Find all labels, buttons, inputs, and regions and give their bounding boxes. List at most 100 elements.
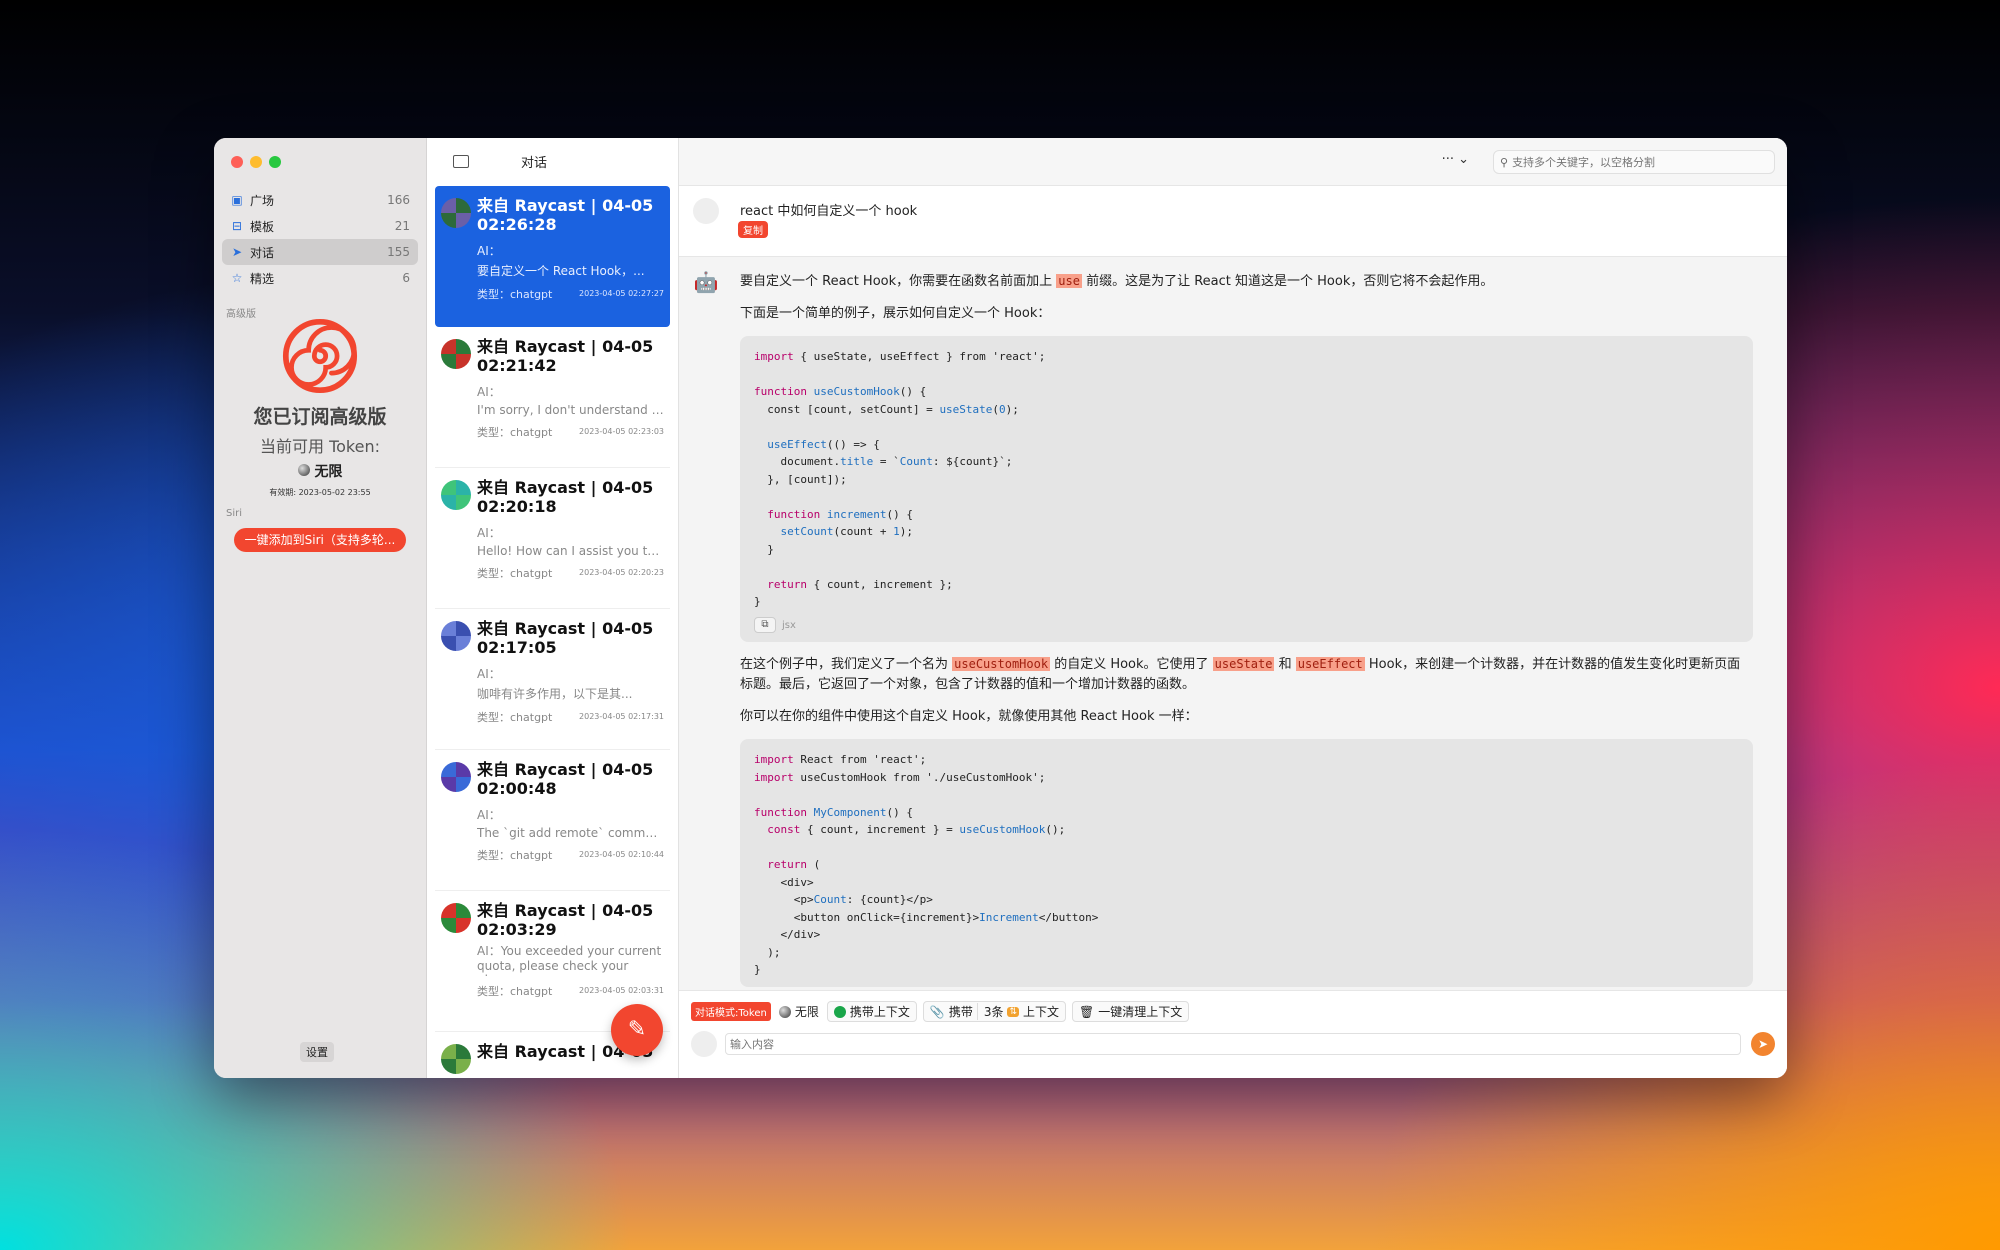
sidebar-item-templates[interactable]: ⊟ 模板 21	[222, 213, 418, 239]
answer-paragraph: 你可以在你的组件中使用这个自定义 Hook，就像使用其他 React Hook …	[740, 709, 1198, 724]
minimize-window-button[interactable]	[250, 156, 262, 168]
add-to-siri-button[interactable]: 一键添加到Siri（支持多轮...	[234, 528, 406, 552]
sidebar-item-count: 155	[387, 245, 410, 259]
conversation-meta: 类型：chatgpt 2023-04-05 02:10:44	[477, 849, 664, 862]
conversation-preview: Hello! How can I assist you to...	[477, 544, 664, 558]
conversation-item[interactable]: 来自 Raycast | 04-05 02:00:48 AI： The `git…	[435, 750, 670, 891]
conversation-ai-label: AI：	[477, 667, 501, 681]
sidebar-item-conversations[interactable]: ➤ 对话 155	[222, 239, 418, 265]
sidebar-item-label: 对话	[250, 245, 275, 260]
token-indicator: 无限	[777, 1002, 821, 1021]
sidebar-item-count: 21	[394, 219, 410, 233]
sidebar-item-plaza[interactable]: ▣ 广场 166	[222, 187, 418, 213]
paperclip-icon: 📎	[929, 1004, 945, 1019]
spiral-logo-icon	[282, 318, 358, 394]
search-input[interactable]	[1512, 155, 1753, 169]
conversation-meta: 类型：chatgpt 2023-04-05 02:20:23	[477, 567, 664, 580]
input-row: ➤	[691, 1029, 1775, 1059]
conversation-item[interactable]: 来自 Raycast | 04-05 02:20:18 AI： Hello! H…	[435, 468, 670, 609]
copy-button[interactable]: 复制	[738, 221, 768, 238]
conversation-ai-label: AI：	[477, 526, 501, 540]
assistant-message: 🤖 要自定义一个 React Hook，你需要在函数名前面加上 use 前缀。这…	[679, 257, 1787, 990]
premium-token-label: 当前可用 Token:	[259, 437, 380, 456]
close-window-button[interactable]	[231, 156, 243, 168]
conversation-ai-label: AI：	[477, 385, 501, 399]
settings-button[interactable]: 设置	[300, 1042, 334, 1062]
premium-token-value: 无限	[214, 461, 426, 481]
avatar	[441, 198, 471, 228]
conversation-title: 来自 Raycast | 04-05 02:20:18	[477, 478, 654, 516]
conversation-ai-label: AI：	[477, 244, 501, 258]
premium-panel: 您已订阅高级版 当前可用 Token: 无限 有效期: 2023-05-02 2…	[214, 318, 426, 498]
new-conversation-button[interactable]: ✎	[611, 1004, 663, 1056]
conversation-item[interactable]: 来自 Raycast | 04-05 02:17:05 AI： 咖啡有许多作用，…	[435, 609, 670, 750]
sidebar-item-label: 模板	[250, 219, 275, 234]
avatar	[441, 339, 471, 369]
moon-icon	[778, 1005, 791, 1018]
conversation-meta: 类型：chatgpt 2023-04-05 02:27:27	[477, 288, 664, 301]
sidebar: ▣ 广场 166 ⊟ 模板 21 ➤ 对话 155 ☆ 精选 6 高级版 您已订…	[214, 138, 427, 1078]
search-icon: ⚲	[1500, 155, 1509, 169]
answer-paragraph: 要自定义一个 React Hook，你需要在函数名前面加上 use 前缀。这是为…	[740, 274, 1494, 289]
code-block: import { useState, useEffect } from 'rea…	[740, 336, 1753, 642]
sidebar-item-count: 166	[387, 193, 410, 207]
premium-expiry: 有效期: 2023-05-02 23:55	[269, 488, 371, 497]
user-message: react 中如何自定义一个 hook 复制	[679, 186, 1787, 257]
message-input[interactable]	[725, 1033, 1741, 1055]
conversation-title: 来自 Raycast | 04-05 02:03:29	[477, 901, 654, 939]
conversation-title: 来自 Raycast | 04-05 02:26:28	[477, 196, 654, 234]
conversation-preview: I'm sorry, I don't understand w...	[477, 403, 664, 417]
zoom-window-button[interactable]	[269, 156, 281, 168]
sidebar-item-count: 6	[402, 271, 410, 285]
tray-icon: ⊟	[231, 219, 243, 233]
conversation-item[interactable]: 来自 Raycast | 04-05 02:26:28 AI： 要自定义一个 R…	[435, 186, 670, 327]
trash-icon: 🗑	[1079, 1004, 1095, 1019]
conversation-preview: 要自定义一个 React Hook，...	[477, 264, 645, 278]
clear-context-button[interactable]: 🗑 一键清理上下文	[1072, 1001, 1190, 1022]
robot-icon: 🤖	[693, 270, 719, 294]
mode-badge[interactable]: 对话模式:Token	[691, 1002, 771, 1021]
avatar	[441, 762, 471, 792]
send-button[interactable]: ➤	[1751, 1032, 1775, 1056]
conversation-preview: The `git add remote` comma...	[477, 826, 664, 840]
sidebar-item-featured[interactable]: ☆ 精选 6	[222, 265, 418, 291]
conversation-meta: 类型：chatgpt 2023-04-05 02:23:03	[477, 426, 664, 439]
sidebar-nav: ▣ 广场 166 ⊟ 模板 21 ➤ 对话 155 ☆ 精选 6	[222, 187, 418, 291]
copy-code-button[interactable]: ⧉	[754, 617, 776, 634]
window-controls	[231, 156, 281, 168]
code-language: jsx	[782, 619, 796, 631]
conversation-ai-label: AI：	[477, 808, 501, 822]
search-box[interactable]: ⚲	[1493, 150, 1775, 174]
conversation-meta: 类型：chatgpt 2023-04-05 02:03:31	[477, 985, 664, 998]
conversation-title: 来自 Raycast | 04-05 02:17:05	[477, 619, 654, 657]
composer: 对话模式:Token 无限 携带上下文 📎携带3条⇅上下文 🗑一键清理上下文 ➤	[679, 990, 1787, 1078]
star-icon: ☆	[231, 271, 243, 285]
paperplane-icon: ➤	[231, 245, 243, 259]
avatar	[441, 1044, 471, 1074]
send-icon: ➤	[1757, 1037, 1769, 1051]
carry-context-selector[interactable]: 📎 携带 3条 ⇅ 上下文	[922, 1001, 1067, 1022]
sidebar-toggle-icon[interactable]	[453, 155, 469, 168]
code-block: import React from 'react'; import useCus…	[740, 739, 1753, 987]
conversation-list: 来自 Raycast | 04-05 02:26:28 AI： 要自定义一个 R…	[427, 138, 679, 1078]
user-message-text: react 中如何自定义一个 hook	[740, 204, 918, 219]
status-dot-icon	[833, 1005, 846, 1018]
compose-icon: ✎	[627, 1017, 647, 1042]
moon-icon	[297, 464, 310, 476]
avatar	[441, 621, 471, 651]
user-avatar	[691, 1031, 717, 1057]
assistant-message-content: 要自定义一个 React Hook，你需要在函数名前面加上 use 前缀。这是为…	[740, 271, 1753, 990]
toolbar: 对话 ··· ⌄ ⚲	[453, 138, 1787, 186]
more-menu-button[interactable]: ··· ⌄	[1442, 152, 1469, 167]
premium-title: 您已订阅高级版	[253, 406, 387, 428]
conversation-item[interactable]: 来自 Raycast | 04-05 02:21:42 AI： I'm sorr…	[435, 327, 670, 468]
conversation-preview: 咖啡有许多作用，以下是其...	[477, 687, 633, 701]
with-context-toggle[interactable]: 携带上下文	[826, 1001, 917, 1022]
stepper-icon: ⇅	[1007, 1006, 1020, 1017]
conversation-meta: 类型：chatgpt 2023-04-05 02:17:31	[477, 711, 664, 724]
conversation-preview: AI：You exceeded your current quota, plea…	[477, 944, 662, 976]
user-avatar	[693, 198, 719, 224]
answer-paragraph: 下面是一个简单的例子，展示如何自定义一个 Hook：	[740, 306, 1051, 321]
plaza-icon: ▣	[231, 193, 243, 207]
context-toolbar: 对话模式:Token 无限 携带上下文 📎 携带 3条 ⇅ 上下文 🗑 一键清理上下文	[691, 1001, 1190, 1022]
